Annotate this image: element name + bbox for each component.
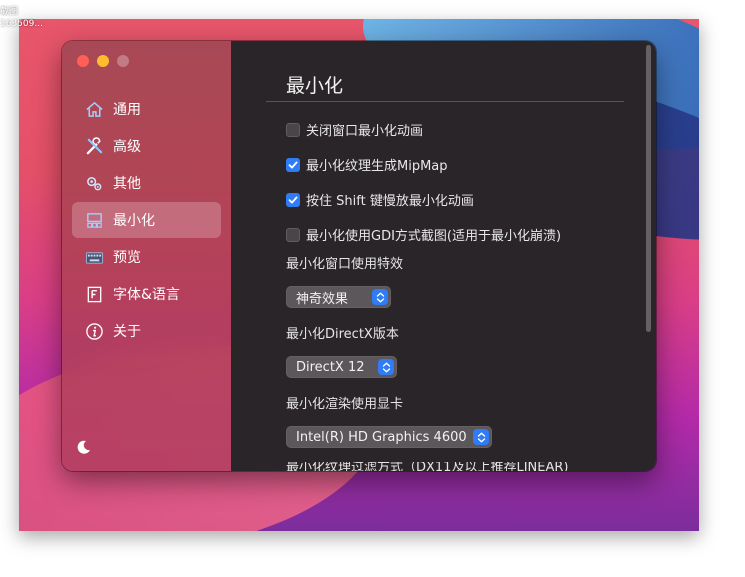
sidebar-item-general[interactable]: 通用 xyxy=(72,91,221,127)
desktop-file-label-line1: 截图 xyxy=(0,7,19,17)
sidebar-item-about[interactable]: 关于 xyxy=(72,313,221,349)
gpu-label: 最小化渲染使用显卡 xyxy=(286,397,404,412)
page-title: 最小化 xyxy=(286,75,344,97)
chevron-updown-icon xyxy=(378,359,394,375)
chevron-updown-icon xyxy=(473,429,489,445)
directx-select-value: DirectX 12 xyxy=(296,359,365,375)
checkbox-label: 关闭窗口最小化动画 xyxy=(306,124,424,139)
sidebar-item-label: 预览 xyxy=(113,250,141,266)
gears-icon xyxy=(84,173,104,193)
sidebar-item-label: 最小化 xyxy=(113,213,155,229)
gpu-select[interactable]: Intel(R) HD Graphics 4600 xyxy=(286,426,492,448)
checkbox-disable-close-animation[interactable]: 关闭窗口最小化动画 xyxy=(286,120,423,139)
checkbox-checked[interactable] xyxy=(286,157,300,172)
sidebar-item-minimize[interactable]: 最小化 xyxy=(72,202,221,238)
checkbox-label: 按住 Shift 键慢放最小化动画 xyxy=(306,194,474,209)
tools-icon xyxy=(84,136,104,156)
checkbox-unchecked[interactable] xyxy=(286,122,300,137)
keyboard-icon xyxy=(84,247,104,267)
title-divider xyxy=(266,101,624,102)
directx-label: 最小化DirectX版本 xyxy=(286,327,399,342)
sidebar-item-other[interactable]: 其他 xyxy=(72,165,221,201)
sidebar-item-preview[interactable]: 预览 xyxy=(72,239,221,275)
close-button[interactable] xyxy=(77,55,89,67)
checkbox-unchecked[interactable] xyxy=(286,227,300,242)
font-icon xyxy=(84,284,104,304)
filter-label-text: 最小化纹理过滤方式（DX11及以上推荐LINEAR) xyxy=(286,462,569,471)
effect-select-value: 神奇效果 xyxy=(296,291,349,307)
sidebar-item-label: 关于 xyxy=(113,324,141,340)
gpu-select-value: Intel(R) HD Graphics 4600 xyxy=(296,429,467,445)
settings-panel: 最小化 关闭窗口最小化动画 最小化纹理生成MipMap 按住 Shift 键慢放… xyxy=(231,41,656,471)
sidebar-item-advanced[interactable]: 高级 xyxy=(72,128,221,164)
moon-icon[interactable] xyxy=(76,439,92,455)
house-icon xyxy=(84,99,104,119)
preferences-window: 通用 高级 其他 最小化 预览 字体&语言 关于 最小化 关闭窗口最小化动画 最… xyxy=(62,41,656,471)
sidebar-item-label: 高级 xyxy=(113,139,141,155)
checkbox-label: 最小化使用GDI方式截图(适用于最小化崩溃) xyxy=(306,229,562,244)
minimize-button[interactable] xyxy=(97,55,109,67)
window-icon xyxy=(84,210,104,230)
checkbox-gdi-capture[interactable]: 最小化使用GDI方式截图(适用于最小化崩溃) xyxy=(286,225,561,244)
sidebar-item-label: 通用 xyxy=(113,102,141,118)
effect-label: 最小化窗口使用特效 xyxy=(286,257,404,272)
effect-select[interactable]: 神奇效果 xyxy=(286,286,391,308)
sidebar-item-label: 其他 xyxy=(113,176,141,192)
window-layer: 通用 高级 其他 最小化 预览 字体&语言 关于 最小化 关闭窗口最小化动画 最… xyxy=(19,19,699,531)
zoom-button[interactable] xyxy=(117,55,129,67)
info-icon xyxy=(84,321,104,341)
directx-select[interactable]: DirectX 12 xyxy=(286,356,397,378)
checkbox-generate-mipmap[interactable]: 最小化纹理生成MipMap xyxy=(286,155,448,174)
filter-label: 最小化纹理过滤方式（DX11及以上推荐LINEAR) xyxy=(286,462,568,471)
checkbox-label: 最小化纹理生成MipMap xyxy=(306,159,448,174)
checkbox-shift-slow-animation[interactable]: 按住 Shift 键慢放最小化动画 xyxy=(286,190,474,209)
sidebar-nav: 通用 高级 其他 最小化 预览 字体&语言 关于 xyxy=(72,91,221,350)
checkbox-checked[interactable] xyxy=(286,192,300,207)
scrollbar-thumb[interactable] xyxy=(646,45,651,332)
sidebar-item-label: 字体&语言 xyxy=(113,287,180,303)
sidebar-item-font-language[interactable]: 字体&语言 xyxy=(72,276,221,312)
window-controls xyxy=(77,55,129,67)
chevron-updown-icon xyxy=(372,289,388,305)
sidebar: 通用 高级 其他 最小化 预览 字体&语言 关于 xyxy=(62,41,231,471)
